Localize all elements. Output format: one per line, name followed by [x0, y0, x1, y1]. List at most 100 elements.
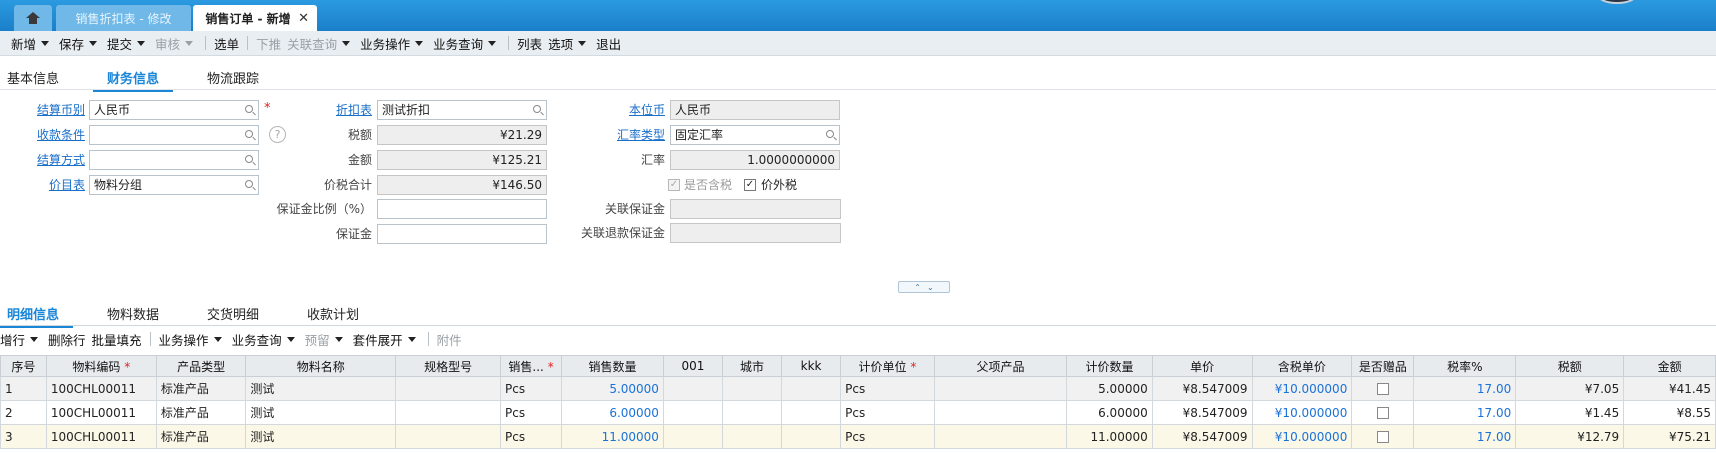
- chevron-down-icon[interactable]: [213, 336, 222, 342]
- detail-business-ops-button[interactable]: 业务操作: [156, 328, 229, 350]
- collection-terms-field[interactable]: [89, 125, 259, 145]
- new-button[interactable]: 新增: [8, 32, 56, 54]
- col-unit-price-cell[interactable]: ¥8.547009: [1151, 424, 1253, 449]
- list-button[interactable]: 列表: [514, 32, 545, 54]
- collapse-toggle[interactable]: ⌃ ⌄: [898, 281, 950, 293]
- col-material-code-cell[interactable]: 100CHL00011: [45, 376, 157, 401]
- col-tax-rate-cell[interactable]: 17.00: [1413, 400, 1517, 425]
- col-is-gift-header[interactable]: 是否赠品: [1351, 355, 1415, 377]
- col-sales-unit-cell[interactable]: Pcs: [500, 424, 563, 449]
- search-icon[interactable]: [245, 130, 253, 138]
- table-row[interactable]: 2 100CHL00011 标准产品 测试 Pcs 6.00000 Pcs 6.00000 ¥8…: [0, 400, 1716, 425]
- col-parent-product-cell[interactable]: [933, 424, 1068, 449]
- col-material-code-header[interactable]: 物料编码 *: [45, 355, 157, 377]
- home-tab[interactable]: [14, 5, 52, 31]
- linked-query-button[interactable]: 关联查询: [284, 32, 357, 54]
- tab-discount-edit[interactable]: 销售折扣表 - 修改: [56, 5, 191, 31]
- kit-expand-button[interactable]: 套件展开: [350, 328, 423, 350]
- col-sales-qty-cell[interactable]: 5.00000: [561, 376, 664, 401]
- settle-currency-field[interactable]: 人民币: [89, 100, 259, 120]
- col-price-with-tax-cell[interactable]: ¥10.000000: [1251, 424, 1353, 449]
- col-tax-amount-cell[interactable]: ¥7.05: [1515, 376, 1625, 401]
- tab-detail-info[interactable]: 明细信息: [0, 304, 74, 328]
- col-product-type-cell[interactable]: 标准产品: [155, 400, 247, 425]
- gift-checkbox[interactable]: [1376, 383, 1389, 395]
- col-price-with-tax-cell[interactable]: ¥10.000000: [1251, 400, 1353, 425]
- discount-list-field[interactable]: 测试折扣: [377, 100, 547, 120]
- exit-button[interactable]: 退出: [593, 32, 624, 54]
- col-is-gift-cell[interactable]: [1351, 376, 1415, 401]
- col-unit-price-cell[interactable]: ¥8.547009: [1151, 376, 1253, 401]
- chevron-down-icon[interactable]: [334, 336, 343, 342]
- chevron-down-icon[interactable]: [30, 336, 39, 342]
- col-001-header[interactable]: 001: [662, 355, 724, 377]
- col-city-cell[interactable]: [721, 400, 783, 425]
- col-sales-qty-cell[interactable]: 6.00000: [561, 400, 664, 425]
- col-parent-product-cell[interactable]: [933, 376, 1068, 401]
- col-tax-amount-cell[interactable]: ¥1.45: [1515, 400, 1625, 425]
- col-city-header[interactable]: 城市: [721, 355, 783, 377]
- chevron-down-icon[interactable]: [578, 40, 587, 46]
- col-is-gift-cell[interactable]: [1351, 424, 1415, 449]
- tab-collection-plan[interactable]: 收款计划: [307, 304, 359, 323]
- col-pricing-qty-cell[interactable]: 5.00000: [1066, 376, 1153, 401]
- rate-type-field[interactable]: 固定汇率: [670, 125, 840, 145]
- col-kkk-cell[interactable]: [781, 376, 842, 401]
- tab-finance-info[interactable]: 财务信息: [92, 68, 174, 92]
- col-city-cell[interactable]: [721, 376, 783, 401]
- col-sales-qty-header[interactable]: 销售数量: [561, 355, 664, 377]
- avatar[interactable]: [1597, 0, 1637, 4]
- add-row-button[interactable]: 增行: [0, 328, 45, 350]
- col-material-code-cell[interactable]: 100CHL00011: [45, 400, 157, 425]
- tab-sales-order-new[interactable]: 销售订单 - 新增 ✕: [193, 5, 317, 31]
- col-spec-model-header[interactable]: 规格型号: [395, 355, 502, 377]
- detail-business-query-button[interactable]: 业务查询: [229, 328, 302, 350]
- col-pricing-qty-header[interactable]: 计价数量: [1066, 355, 1153, 377]
- col-spec-model-cell[interactable]: [395, 424, 502, 449]
- gift-checkbox[interactable]: [1376, 431, 1389, 443]
- chevron-down-icon[interactable]: [41, 40, 50, 46]
- col-sales-unit-cell[interactable]: Pcs: [500, 376, 563, 401]
- col-sales-unit-cell[interactable]: Pcs: [500, 400, 563, 425]
- tab-logistics-tracking[interactable]: 物流跟踪: [207, 68, 259, 87]
- col-001-cell[interactable]: [662, 376, 724, 401]
- col-kkk-cell[interactable]: [781, 424, 842, 449]
- settle-currency-label[interactable]: 结算币别: [10, 100, 85, 120]
- close-icon[interactable]: ✕: [298, 11, 309, 26]
- col-material-name-header[interactable]: 物料名称: [245, 355, 397, 377]
- chevron-down-icon[interactable]: [89, 40, 98, 46]
- col-material-code-cell[interactable]: 100CHL00011: [45, 424, 157, 449]
- tab-basic-info[interactable]: 基本信息: [7, 68, 59, 87]
- col-pricing-unit-cell[interactable]: Pcs: [840, 400, 935, 425]
- col-spec-model-cell[interactable]: [395, 400, 502, 425]
- search-icon[interactable]: [245, 155, 253, 163]
- business-query-button[interactable]: 业务查询: [430, 32, 503, 54]
- audit-button[interactable]: 审核: [152, 32, 200, 54]
- col-unit-price-header[interactable]: 单价: [1151, 355, 1253, 377]
- col-tax-rate-cell[interactable]: 17.00: [1413, 424, 1517, 449]
- push-down-button[interactable]: 下推: [253, 32, 284, 54]
- col-pricing-unit-header[interactable]: 计价单位 *: [840, 355, 935, 377]
- local-currency-label[interactable]: 本位币: [570, 100, 665, 120]
- col-tax-rate-cell[interactable]: 17.00: [1413, 376, 1517, 401]
- table-row[interactable]: 1 100CHL00011 标准产品 测试 Pcs 5.00000 Pcs 5.00000 ¥8…: [0, 376, 1716, 401]
- col-seq-cell[interactable]: 1: [0, 376, 47, 401]
- chevron-down-icon[interactable]: [342, 40, 351, 46]
- col-product-type-cell[interactable]: 标准产品: [155, 376, 247, 401]
- chevron-down-icon[interactable]: [407, 336, 416, 342]
- price-list-label[interactable]: 价目表: [10, 175, 85, 195]
- chevron-down-icon[interactable]: [415, 40, 424, 46]
- deposit-ratio-field[interactable]: [377, 199, 547, 219]
- search-icon[interactable]: [245, 180, 253, 188]
- save-button[interactable]: 保存: [56, 32, 104, 54]
- search-icon[interactable]: [533, 105, 541, 113]
- chevron-down-icon[interactable]: [137, 40, 146, 46]
- col-product-type-header[interactable]: 产品类型: [155, 355, 247, 377]
- col-amount-cell[interactable]: ¥41.45: [1623, 376, 1716, 401]
- col-parent-product-header[interactable]: 父项产品: [933, 355, 1068, 377]
- tax-included-checkbox[interactable]: ✓: [668, 179, 680, 191]
- tab-material-data[interactable]: 物料数据: [107, 304, 159, 323]
- col-amount-cell[interactable]: ¥75.21: [1623, 424, 1716, 449]
- col-pricing-unit-cell[interactable]: Pcs: [840, 376, 935, 401]
- chevron-down-icon[interactable]: [185, 40, 194, 46]
